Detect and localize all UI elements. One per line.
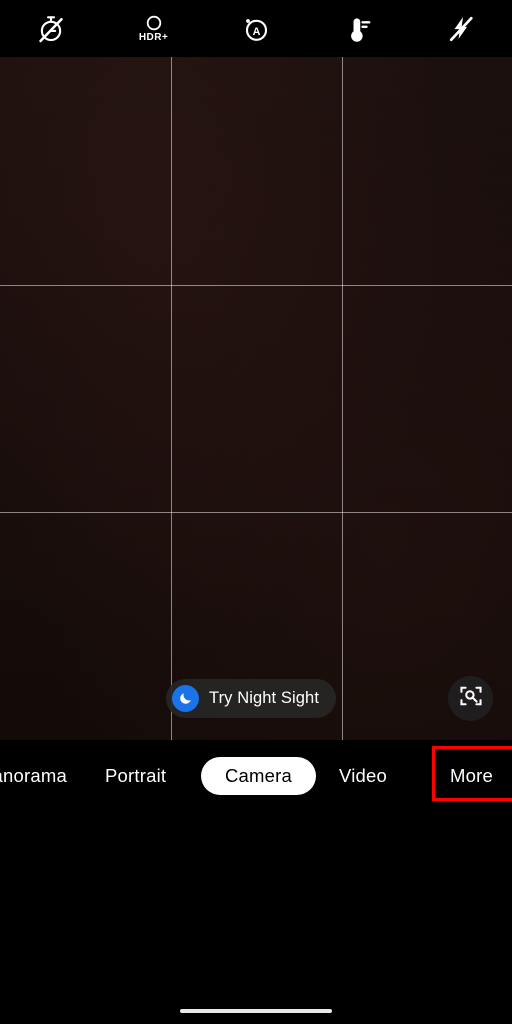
hdr-plus-button[interactable]: HDR+ bbox=[123, 5, 185, 53]
svg-text:A: A bbox=[253, 25, 261, 37]
grid-line-vertical-2 bbox=[342, 57, 343, 740]
system-navigation-bar bbox=[0, 988, 512, 1024]
grid-line-vertical-1 bbox=[171, 57, 172, 740]
flash-off-button[interactable] bbox=[430, 5, 492, 53]
lens-search-icon bbox=[458, 683, 484, 714]
moon-icon bbox=[172, 685, 199, 712]
mode-strip[interactable]: Panorama Portrait Camera Video More bbox=[0, 740, 512, 812]
camera-bottom-bar bbox=[0, 812, 512, 988]
camera-app-screen: HDR+ A Try Night Sight norama Portrait C… bbox=[0, 0, 512, 1024]
mode-more[interactable]: More bbox=[450, 765, 493, 787]
timer-off-button[interactable] bbox=[20, 5, 82, 53]
night-sight-label: Try Night Sight bbox=[209, 689, 320, 707]
timer-off-icon bbox=[36, 14, 66, 44]
white-balance-button[interactable] bbox=[327, 5, 389, 53]
mode-panorama[interactable]: Panorama bbox=[0, 765, 67, 787]
try-night-sight-chip[interactable]: Try Night Sight bbox=[166, 679, 337, 718]
google-lens-button[interactable] bbox=[448, 676, 493, 721]
grid-line-horizontal-1 bbox=[0, 285, 512, 286]
camera-viewfinder[interactable] bbox=[0, 57, 512, 740]
home-gesture-indicator[interactable] bbox=[180, 1009, 332, 1013]
mode-video[interactable]: Video bbox=[339, 765, 387, 787]
camera-top-control-bar: HDR+ A bbox=[0, 0, 512, 57]
grid-line-horizontal-2 bbox=[0, 512, 512, 513]
hdr-plus-label: HDR+ bbox=[138, 32, 169, 43]
mode-portrait[interactable]: Portrait bbox=[105, 765, 166, 787]
auto-enhance-icon: A bbox=[241, 14, 271, 44]
mode-camera[interactable]: Camera bbox=[201, 757, 316, 795]
viewfinder-preview bbox=[0, 57, 512, 740]
camera-mode-selector[interactable]: Panorama Portrait Camera Video More bbox=[0, 740, 512, 812]
hdr-plus-icon bbox=[145, 14, 163, 32]
flash-off-icon bbox=[446, 14, 476, 44]
auto-enhance-button[interactable]: A bbox=[225, 5, 287, 53]
thermometer-icon bbox=[343, 14, 373, 44]
